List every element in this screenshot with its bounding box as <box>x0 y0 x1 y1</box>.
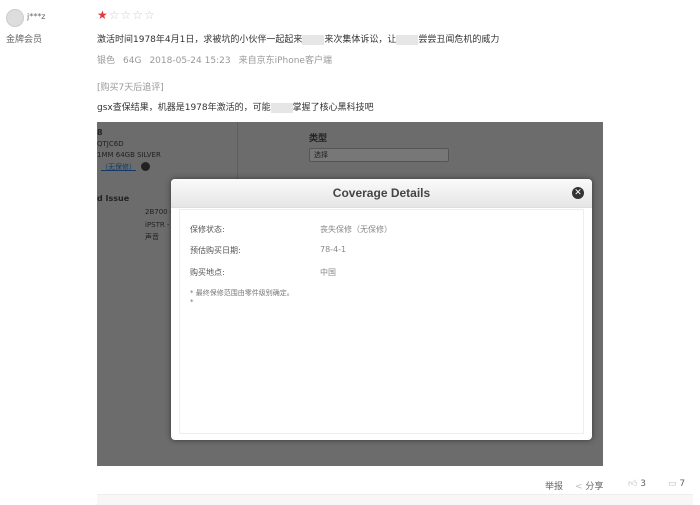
select-value: 选择 <box>314 151 328 159</box>
row-label: 购买地点: <box>190 268 225 277</box>
comment-icon: ▭ <box>668 479 677 489</box>
text-part: 尝尝丑闻危机的威力 <box>418 35 500 45</box>
like-count: 3 <box>640 479 647 489</box>
meta-date: 2018-05-24 15:23 <box>149 56 231 66</box>
meta-color: 银色 <box>97 56 116 66</box>
modal-title: Coverage Details <box>171 179 592 208</box>
blurred-text <box>270 102 293 113</box>
like-button[interactable]: 👍︎ 3 <box>628 479 646 489</box>
bg-text: 1MM 64GB SILVER <box>97 151 161 159</box>
close-icon: ✕ <box>572 187 584 199</box>
type-select: 选择 <box>309 148 449 162</box>
review-image[interactable]: 8 QTJC6D 1MM 64GB SILVER （无保修） d Issue 2… <box>97 122 603 466</box>
blurred-text <box>396 34 419 45</box>
modal-body: 保修状态: 丧失保修（无保修） 预估购买日期: 78-4-1 购买地点: 中国 * 最… <box>179 209 584 434</box>
text-part: gsx查保结果，机器是1978年激活的，可能 <box>97 103 271 113</box>
meta-capacity: 64G <box>123 56 142 66</box>
reply-area <box>97 494 693 505</box>
review-meta: 银色 64G 2018-05-24 15:23 来自京东iPhone客户端 <box>97 53 340 66</box>
row-label: 预估购买日期: <box>190 246 241 255</box>
member-level: 金牌会员 <box>6 35 43 45</box>
thumbs-up-icon: 👍︎ <box>628 479 638 489</box>
coverage-row: 预估购买日期: 78-4-1 <box>190 245 346 256</box>
star-filled-icon: ★ <box>97 8 109 22</box>
bg-text: 声音 <box>145 233 159 241</box>
comment-count: 7 <box>679 479 686 489</box>
bg-text: QTJC6D <box>97 140 124 148</box>
username: j***z <box>27 12 46 21</box>
bg-text: iPSTR - <box>145 221 170 229</box>
coverage-modal: Coverage Details ✕ 保修状态: 丧失保修（无保修） 预估购买日期… <box>171 179 592 440</box>
coverage-row: 购买地点: 中国 <box>190 267 336 278</box>
star-rating: ★☆☆☆☆ <box>97 8 156 22</box>
text-part: 激活时间1978年4月1日，求被坑的小伙伴一起起来 <box>97 35 303 45</box>
row-label: 保修状态: <box>190 225 225 234</box>
coverage-note: * 最终保修范围由零件级别确定。 <box>190 289 294 297</box>
bg-label: 类型 <box>309 134 328 144</box>
share-label: 分享 <box>585 482 604 492</box>
report-link[interactable]: 举报 <box>545 479 563 492</box>
coverage-note-2: * <box>190 298 194 306</box>
followup-text: gsx查保结果，机器是1978年激活的，可能 掌握了核心黑科技吧 <box>97 100 374 113</box>
bg-heading: d Issue <box>97 194 130 203</box>
row-value: 丧失保修（无保修） <box>320 225 392 234</box>
comment-button[interactable]: ▭ 7 <box>668 479 685 489</box>
avatar[interactable] <box>6 9 24 27</box>
row-value: 中国 <box>320 268 336 277</box>
followup-tag: [购买7天后追评] <box>97 83 164 93</box>
blurred-text <box>302 34 325 45</box>
bg-text: 2B700 - <box>145 208 173 216</box>
divider <box>237 122 238 182</box>
meta-source: 来自京东iPhone客户端 <box>238 56 332 66</box>
text-part: 掌握了核心黑科技吧 <box>292 103 374 113</box>
row-value: 78-4-1 <box>320 245 347 254</box>
coverage-row: 保修状态: 丧失保修（无保修） <box>190 224 392 235</box>
bg-link: （无保修） <box>101 163 136 171</box>
review-text: 激活时间1978年4月1日，求被坑的小伙伴一起起来 来次集体诉讼，让 尝尝丑闻危机的… <box>97 32 499 45</box>
text-part: 来次集体诉讼，让 <box>324 35 397 45</box>
share-button[interactable]: < 分享 <box>575 479 603 492</box>
share-icon: < <box>575 482 583 492</box>
info-icon <box>141 162 150 171</box>
star-empty-icon: ☆☆☆☆ <box>108 8 156 22</box>
bg-text: 8 <box>97 128 103 137</box>
